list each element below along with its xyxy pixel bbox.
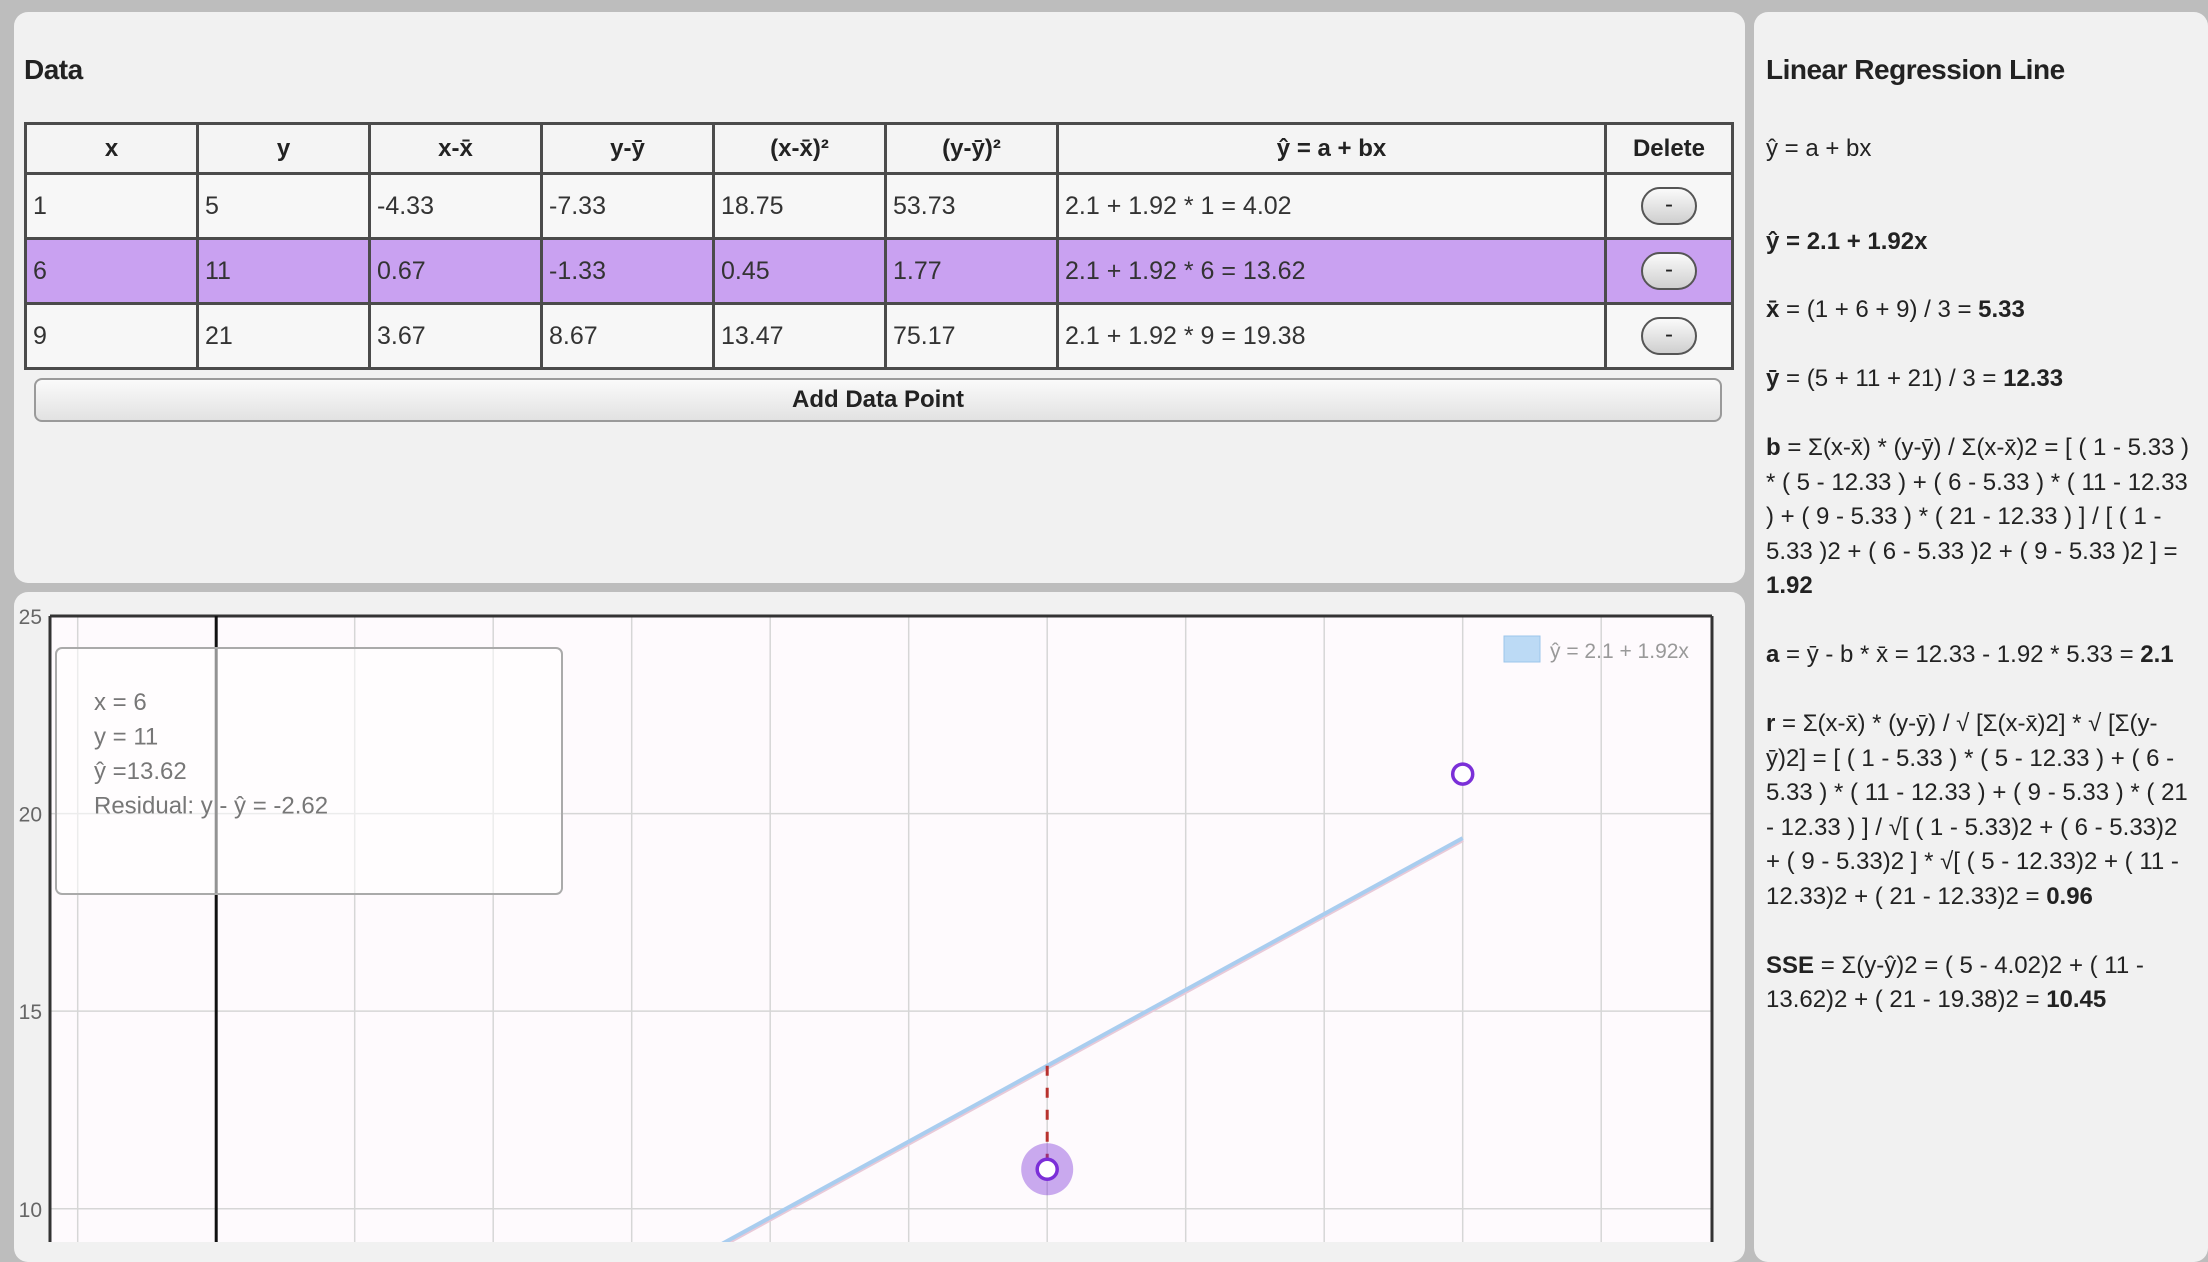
intercept-label: a	[1766, 641, 1780, 668]
cell-x[interactable]: 9	[24, 302, 199, 370]
correlation-calculation: r = Σ(x-x̄) * (y-ȳ) / √ [Σ(x-x̄)2] * √ […	[1766, 707, 2196, 914]
cell-y[interactable]: 5	[196, 172, 371, 240]
regression-calculations: ŷ = a + bx ŷ = 2.1 + 1.92x x̄ = (1 + 6 +…	[1766, 132, 2196, 1052]
col-header-y-dev-sq: (y-ȳ)²	[884, 122, 1059, 175]
general-formula: ŷ = a + bx	[1766, 135, 1872, 162]
col-header-yhat: ŷ = a + bx	[1056, 122, 1607, 175]
tooltip-line: ŷ =13.62	[94, 758, 187, 785]
intercept-expression: = ȳ - b * x̄ = 12.33 - 1.92 * 5.33 =	[1779, 641, 2141, 668]
add-data-point-button[interactable]: Add Data Point	[34, 378, 1722, 422]
data-table: x y x-x̄ y-ȳ (x-x̄)² (y-ȳ)² ŷ = a + bx D…	[24, 122, 1734, 370]
col-header-x-dev-sq: (x-x̄)²	[712, 122, 887, 175]
cell-y-dev-sq: 1.77	[884, 237, 1059, 305]
cell-x-dev: 3.67	[368, 302, 543, 370]
table-header-row: x y x-x̄ y-ȳ (x-x̄)² (y-ȳ)² ŷ = a + bx D…	[24, 122, 1734, 175]
cell-y-dev: -1.33	[540, 237, 715, 305]
correlation-result: 0.96	[2046, 882, 2093, 910]
sse-label: SSE	[1766, 951, 1815, 979]
tooltip-line: x = 6	[94, 689, 147, 716]
slope-result: 1.92	[1766, 572, 1813, 599]
intercept-result: 2.1	[2140, 641, 2174, 668]
xbar-label: x̄	[1766, 296, 1780, 323]
slope-calculation: b = Σ(x-x̄) * (y-ȳ) / Σ(x-x̄)2 = [ ( 1 -…	[1766, 431, 2196, 604]
tooltip-line: y = 11	[94, 724, 158, 751]
ybar-label: ȳ	[1766, 365, 1780, 392]
col-header-x-dev: x-x̄	[368, 122, 543, 175]
col-header-y-dev: y-ȳ	[540, 122, 715, 175]
delete-row-button[interactable]: -	[1641, 252, 1697, 290]
table-row-selected[interactable]: 6 11 0.67 -1.33 0.45 1.77 2.1 + 1.92 * 6…	[24, 237, 1734, 305]
regression-equation-text: ŷ = 2.1 + 1.92x	[1766, 227, 1928, 255]
cell-x-dev-sq: 18.75	[712, 172, 887, 240]
slope-expression: = Σ(x-x̄) * (y-ȳ) / Σ(x-x̄)2 = [ ( 1 - 5…	[1766, 434, 2190, 565]
ybar-result: 12.33	[2003, 365, 2064, 392]
cell-yhat: 2.1 + 1.92 * 6 = 13.62	[1056, 237, 1607, 305]
sse-calculation: SSE = Σ(y-ŷ)2 = ( 5 - 4.02)2 + ( 11 - 13…	[1766, 949, 2196, 1018]
y-tick-label: 10	[19, 1199, 42, 1222]
data-panel-title: Data	[24, 54, 83, 85]
sse-result: 10.45	[2046, 986, 2107, 1013]
delete-row-button[interactable]: -	[1641, 317, 1697, 355]
regression-panel-title: Linear Regression Line	[1766, 54, 2065, 85]
cell-y[interactable]: 11	[196, 237, 371, 305]
col-header-delete: Delete	[1604, 122, 1734, 175]
data-panel: Data x y x-x̄ y-ȳ (x-x̄)² (y-ȳ)² ŷ = a +…	[14, 12, 1745, 583]
col-header-y: y	[196, 122, 371, 175]
cell-yhat: 2.1 + 1.92 * 9 = 19.38	[1056, 302, 1607, 370]
y-tick-label: 15	[19, 1001, 42, 1024]
cell-x-dev-sq: 0.45	[712, 237, 887, 305]
selected-data-point[interactable]	[1035, 1157, 1059, 1182]
cell-x[interactable]: 6	[24, 237, 199, 305]
ybar-calculation: ȳ = (5 + 11 + 21) / 3 = 12.33	[1766, 362, 2196, 397]
regression-equation: ŷ = 2.1 + 1.92x	[1766, 225, 2196, 260]
y-tick-label: 20	[19, 804, 42, 827]
cell-y-dev-sq: 75.17	[884, 302, 1059, 370]
cell-x[interactable]: 1	[24, 172, 199, 240]
regression-chart[interactable]: 10 15 20 25 ŷ = 2.1 + 1.92x x = 6 y = 11 ŷ =13.…	[14, 592, 1745, 1242]
cell-y-dev: 8.67	[540, 302, 715, 370]
data-point[interactable]	[1450, 762, 1475, 786]
cell-y[interactable]: 21	[196, 302, 371, 370]
correlation-expression: = Σ(x-x̄) * (y-ȳ) / √ [Σ(x-x̄)2] * √ [Σ(…	[1766, 710, 2188, 910]
ybar-expression: = (5 + 11 + 21) / 3 =	[1779, 365, 2004, 392]
cell-delete: -	[1604, 302, 1734, 370]
legend-swatch	[1503, 635, 1541, 663]
y-tick-label: 25	[19, 606, 42, 629]
intercept-calculation: a = ȳ - b * x̄ = 12.33 - 1.92 * 5.33 = 2…	[1766, 638, 2196, 673]
table-row[interactable]: 9 21 3.67 8.67 13.47 75.17 2.1 + 1.92 * …	[24, 302, 1734, 370]
tooltip-line: Residual: y - ŷ = -2.62	[94, 793, 328, 820]
slope-label: b	[1766, 434, 1781, 461]
cell-x-dev-sq: 13.47	[712, 302, 887, 370]
cell-y-dev: -7.33	[540, 172, 715, 240]
col-header-x: x	[24, 122, 199, 175]
cell-delete: -	[1604, 237, 1734, 305]
cell-delete: -	[1604, 172, 1734, 240]
correlation-label: r	[1766, 710, 1776, 737]
cell-y-dev-sq: 53.73	[884, 172, 1059, 240]
xbar-result: 5.33	[1978, 296, 2025, 323]
regression-panel: Linear Regression Line ŷ = a + bx ŷ = 2.…	[1754, 12, 2208, 1262]
cell-yhat: 2.1 + 1.92 * 1 = 4.02	[1056, 172, 1607, 240]
cell-x-dev: 0.67	[368, 237, 543, 305]
delete-row-button[interactable]: -	[1641, 187, 1697, 225]
xbar-expression: = (1 + 6 + 9) / 3 =	[1779, 296, 1979, 323]
table-row[interactable]: 1 5 -4.33 -7.33 18.75 53.73 2.1 + 1.92 *…	[24, 172, 1734, 240]
xbar-calculation: x̄ = (1 + 6 + 9) / 3 = 5.33	[1766, 293, 2196, 328]
graph-panel: 10 15 20 25 ŷ = 2.1 + 1.92x x = 6 y = 11 ŷ =13.…	[14, 592, 1745, 1262]
legend-label: ŷ = 2.1 + 1.92x	[1550, 640, 1689, 663]
cell-x-dev: -4.33	[368, 172, 543, 240]
